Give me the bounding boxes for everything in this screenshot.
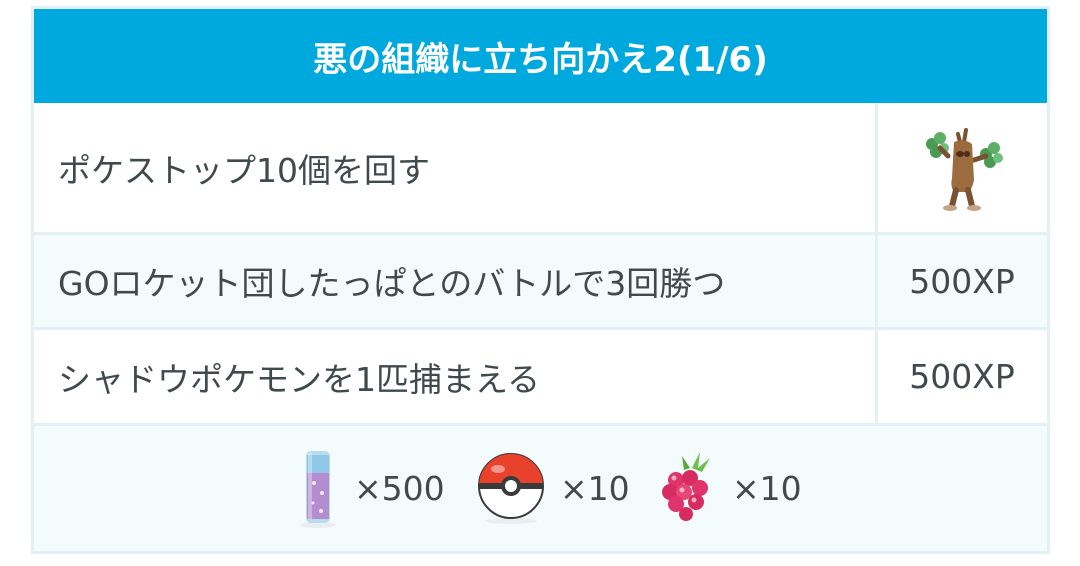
- field-research-card: 悪の組織に立ち向かえ2(1/6) ポケストップ10個を回す GOロケット団したっ…: [31, 6, 1050, 554]
- task-label: シャドウポケモンを1匹捕まえる: [58, 359, 541, 399]
- reward-item: ×10: [654, 448, 802, 528]
- poke-ball-icon: [476, 451, 546, 525]
- reward-quantity: ×500: [354, 468, 445, 508]
- task-reward: 500XP: [909, 261, 1015, 301]
- reward-quantity: ×10: [732, 468, 802, 508]
- reward-item: ×500: [296, 448, 445, 528]
- razz-berry-icon: [654, 448, 718, 528]
- sudowoodo-icon: [914, 120, 1010, 216]
- task-row: シャドウポケモンを1匹捕まえる 500XP: [34, 330, 1047, 423]
- reward-quantity: ×10: [560, 468, 630, 508]
- task-label: ポケストップ10個を回す: [58, 150, 430, 190]
- task-row: ポケストップ10個を回す: [34, 103, 1047, 232]
- task-label: GOロケット団したっぱとのバトルで3回勝つ: [58, 264, 726, 303]
- task-reward: 500XP: [909, 357, 1015, 396]
- task-row: GOロケット団したっぱとのバトルで3回勝つ 500XP: [34, 235, 1047, 327]
- research-title: 悪の組織に立ち向かえ2(1/6): [34, 9, 1047, 103]
- completion-rewards: ×500 ×10 ×10: [34, 426, 1047, 551]
- reward-item: ×10: [476, 448, 630, 528]
- task-reward: [877, 103, 1047, 232]
- research-title-text: 悪の組織に立ち向かえ2(1/6): [313, 39, 768, 80]
- stardust-icon: [296, 447, 340, 529]
